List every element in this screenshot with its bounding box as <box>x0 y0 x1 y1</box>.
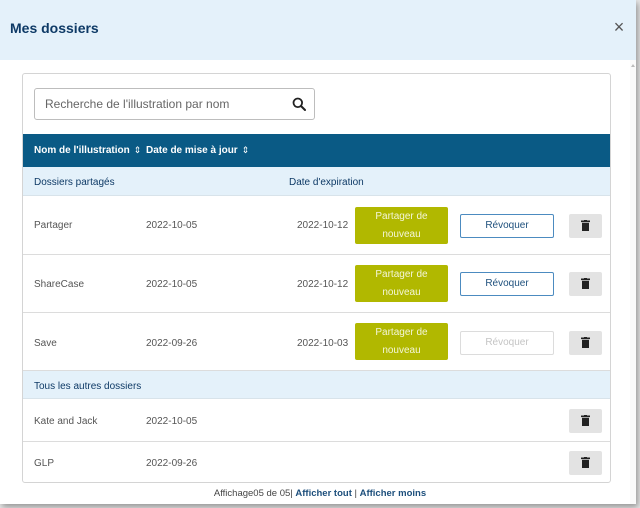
search-box <box>34 88 315 120</box>
reshare-button[interactable]: Partager de nouveau <box>355 207 448 244</box>
trash-icon <box>581 457 590 468</box>
other-folders-section: Tous les autres dossiers <box>23 371 610 399</box>
reshare-label-2: nouveau <box>382 287 421 298</box>
table-row: GLP 2022-09-26 <box>23 442 610 482</box>
reshare-label-2: nouveau <box>382 345 421 356</box>
shared-folders-section: Dossiers partagés Date d'expiration <box>23 167 610 196</box>
folder-name[interactable]: ShareCase <box>34 279 84 290</box>
count-text: Affichage05 de 05| <box>213 488 293 499</box>
sort-icon: ⇕ <box>133 145 142 155</box>
expiry-date: 2022-10-12 <box>297 220 349 231</box>
footer-separator: | <box>354 488 357 499</box>
expiry-date: 2022-10-03 <box>297 338 349 349</box>
pagination-footer: Affichage05 de 05| Afficher tout | Affic… <box>0 488 636 499</box>
folder-name[interactable]: GLP <box>34 458 54 469</box>
table-row: Kate and Jack 2022-10-05 <box>23 399 610 442</box>
table-row: ShareCase 2022-10-05 2022-10-12 Partager… <box>23 255 610 313</box>
update-date: 2022-10-05 <box>146 279 198 290</box>
trash-icon <box>581 220 590 231</box>
revoke-button[interactable]: Révoquer <box>460 214 554 238</box>
show-less-link[interactable]: Afficher moins <box>360 488 427 499</box>
revoke-button[interactable]: Révoquer <box>460 272 554 296</box>
search-input[interactable] <box>45 89 285 119</box>
reshare-label-1: Partager de <box>375 269 428 280</box>
table-row: Save 2022-09-26 2022-10-03 Partager de n… <box>23 313 610 371</box>
modal-title: Mes dossiers <box>10 20 99 36</box>
column-header-name-label: Nom de l'illustration <box>34 145 130 156</box>
reshare-button[interactable]: Partager de nouveau <box>355 265 448 302</box>
reshare-label-1: Partager de <box>375 211 428 222</box>
delete-button[interactable] <box>569 214 602 238</box>
show-all-link[interactable]: Afficher tout <box>295 488 351 499</box>
trash-icon <box>581 278 590 289</box>
delete-button[interactable] <box>569 409 602 433</box>
expiry-date: 2022-10-12 <box>297 279 349 290</box>
update-date: 2022-10-05 <box>146 220 198 231</box>
search-icon[interactable] <box>292 97 306 111</box>
sort-icon: ⇕ <box>241 145 250 155</box>
column-header-date-label: Date de mise à jour <box>146 145 238 156</box>
scrollbar[interactable] <box>630 60 636 504</box>
trash-icon <box>581 337 590 348</box>
table-header: Nom de l'illustration ⇕ Date de mise à jo… <box>23 134 610 167</box>
reshare-label-2: nouveau <box>382 229 421 240</box>
folders-panel: Nom de l'illustration⇕ Date de mise à jo… <box>22 73 611 483</box>
reshare-button[interactable]: Partager de nouveau <box>355 323 448 360</box>
table-row: Partager 2022-10-05 2022-10-12 Partager … <box>23 196 610 255</box>
column-header-date[interactable]: Date de mise à jour ⇕ <box>146 145 249 156</box>
folder-name[interactable]: Save <box>34 338 57 349</box>
delete-button[interactable] <box>569 331 602 355</box>
folder-name[interactable]: Partager <box>34 220 72 231</box>
delete-button[interactable] <box>569 272 602 296</box>
reshare-label-1: Partager de <box>375 327 428 338</box>
trash-icon <box>581 415 590 426</box>
folder-name[interactable]: Kate and Jack <box>34 416 97 427</box>
delete-button[interactable] <box>569 451 602 475</box>
section-title: Tous les autres dossiers <box>34 381 142 392</box>
modal-header: Mes dossiers <box>0 0 636 60</box>
close-icon[interactable]: × <box>608 16 630 38</box>
my-folders-modal: Mes dossiers × Nom de l'illustration⇕ Da… <box>0 0 636 504</box>
update-date: 2022-09-26 <box>146 338 198 349</box>
revoke-button: Révoquer <box>460 331 554 355</box>
section-title: Dossiers partagés <box>34 177 115 188</box>
update-date: 2022-10-05 <box>146 416 198 427</box>
update-date: 2022-09-26 <box>146 458 198 469</box>
column-header-name[interactable]: Nom de l'illustration ⇕ <box>34 145 141 156</box>
expiry-header: Date d'expiration <box>289 177 364 188</box>
